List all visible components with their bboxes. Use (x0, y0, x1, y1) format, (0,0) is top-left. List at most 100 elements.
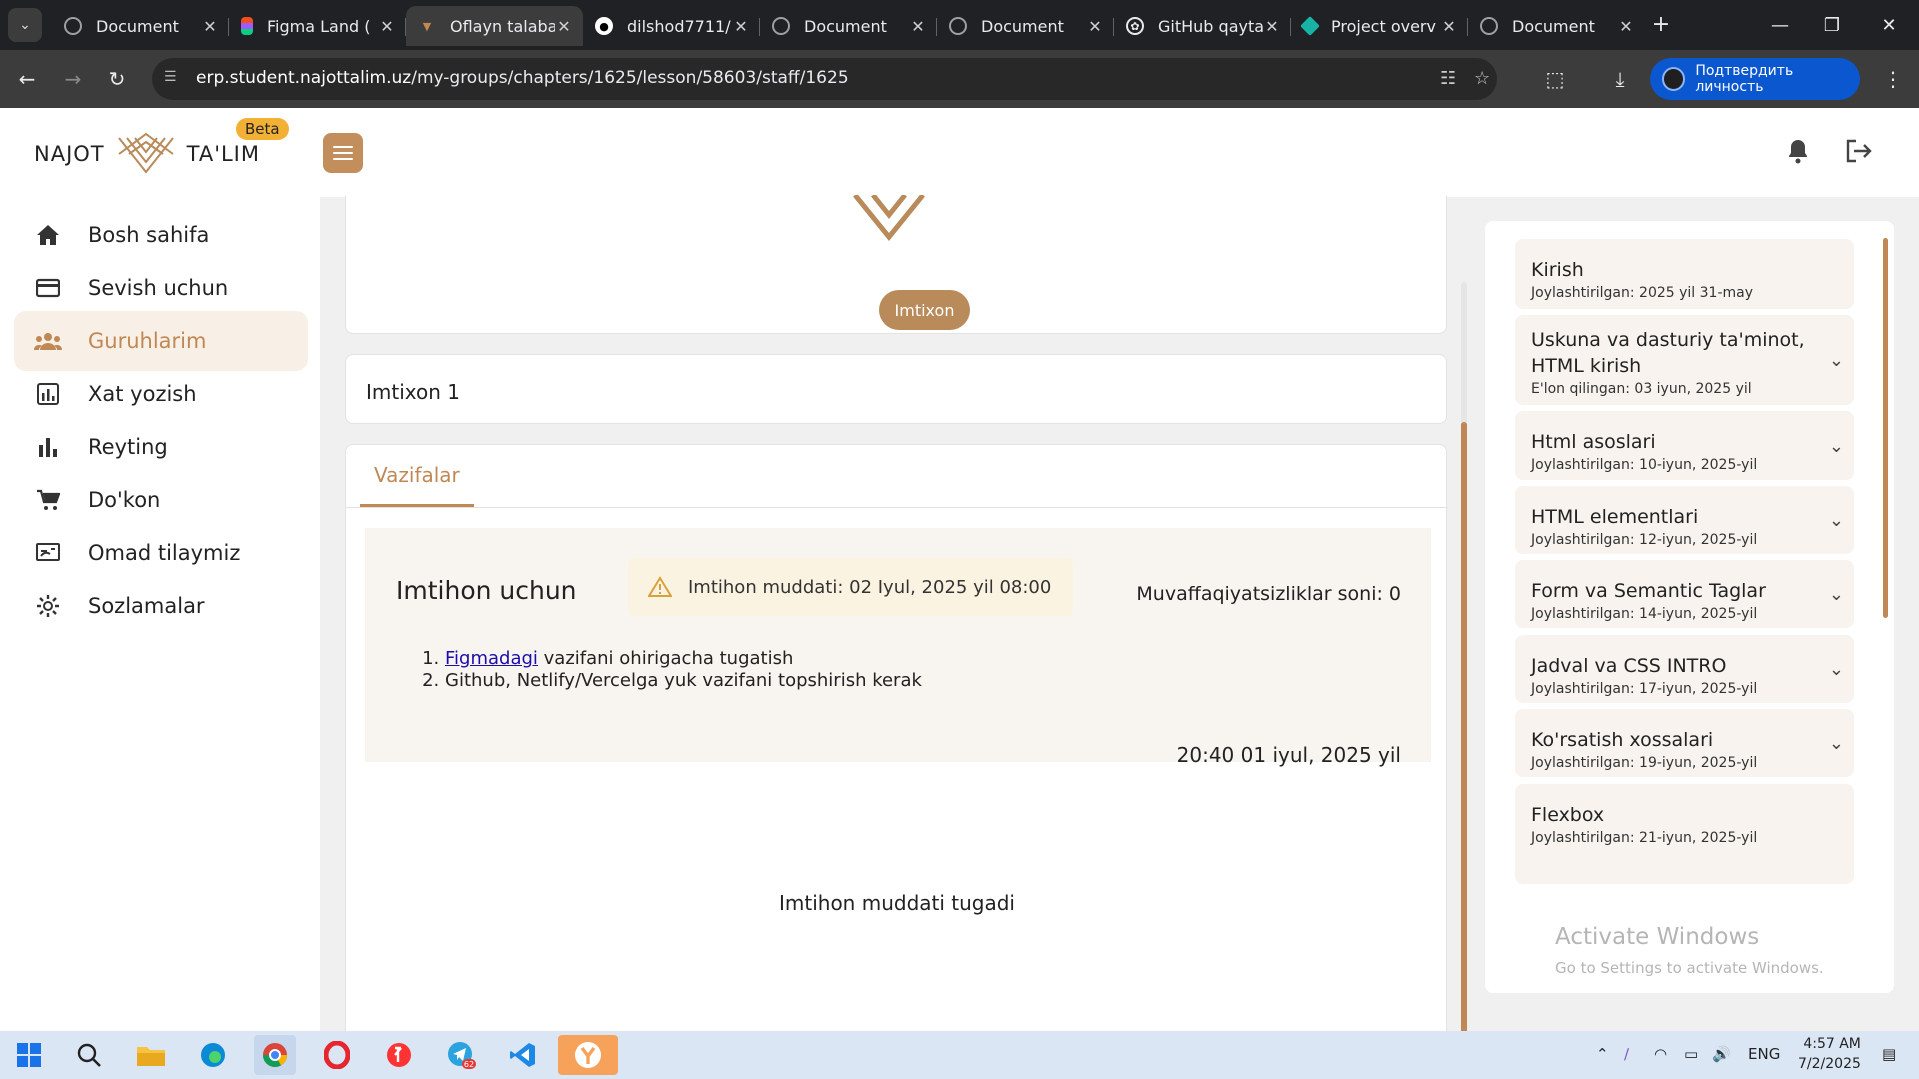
browser-tab[interactable]: ● dilshod7711/✕ (583, 6, 760, 46)
sidebar-item-omad-tilaymiz[interactable]: Omad tilaymiz (14, 523, 308, 583)
lesson-item[interactable]: HTML elementlari Joylashtirilgan: 12-iyun… (1515, 486, 1854, 554)
pen-icon[interactable]: ∕ (1624, 1045, 1629, 1063)
exam-badge: Imtixon (879, 290, 970, 330)
reload-button[interactable]: ↻ (102, 64, 132, 94)
yandex-icon[interactable] (378, 1035, 420, 1075)
wifi-icon[interactable]: ◠ (1654, 1045, 1667, 1063)
browser-tab[interactable]: Document ✕ (1468, 6, 1645, 46)
lesson-item[interactable]: Html asoslari Joylashtirilgan: 10-iyun, 2… (1515, 411, 1854, 480)
lesson-item[interactable]: Uskuna va dasturiy ta'minot, HTML kirish… (1515, 315, 1854, 405)
language-indicator[interactable]: ENG (1748, 1045, 1780, 1063)
task-date: 20:40 01 iyul, 2025 yil (1176, 743, 1401, 767)
window-close-button[interactable]: ✕ (1859, 0, 1919, 50)
lesson-item[interactable]: Kirish Joylashtirilgan: 2025 yil 31-may (1515, 239, 1854, 309)
chrome-icon[interactable] (254, 1035, 296, 1075)
menu-toggle-button[interactable] (323, 133, 363, 173)
lesson-item[interactable]: Form va Semantic Taglar Joylashtirilgan: … (1515, 560, 1854, 628)
chevron-down-icon[interactable]: ⌄ (1829, 659, 1844, 680)
minimize-button[interactable]: — (1750, 0, 1810, 50)
close-icon[interactable]: ✕ (201, 17, 219, 36)
sidebar-item-sozlamalar[interactable]: Sozlamalar (14, 576, 308, 636)
telegram-icon[interactable]: 62 (440, 1035, 482, 1075)
download-icon[interactable]: ⤓ (1605, 64, 1635, 94)
browser-tab[interactable]: Document ✕ (937, 6, 1114, 46)
logo-mark-icon (117, 132, 174, 174)
volume-icon[interactable]: 🔊 (1712, 1045, 1731, 1063)
school-icon (34, 539, 62, 567)
close-icon[interactable]: ✕ (1086, 17, 1104, 36)
edge-icon[interactable] (192, 1035, 234, 1075)
system-clock[interactable]: 4:57 AM 7/2/2025 (1798, 1034, 1861, 1074)
exam-banner-card: Imtixon (345, 195, 1447, 334)
main-scrollbar[interactable] (1461, 282, 1467, 1054)
file-explorer-icon[interactable] (130, 1035, 172, 1075)
chevron-down-icon[interactable]: ⌄ (1829, 584, 1844, 605)
windows-taskbar: 62 ⌃ ∕ ◠ ▭ 🔊 ENG 4:57 AM 7/2/2025 ▤ (0, 1031, 1919, 1079)
lessons-scrollbar[interactable] (1883, 238, 1888, 618)
restore-button[interactable]: ❐ (1802, 0, 1862, 50)
close-icon[interactable]: ✕ (732, 17, 750, 36)
vscode-icon[interactable] (502, 1035, 544, 1075)
sidebar: Bosh sahifa Sevish uchun Guruhlarim Xat … (0, 197, 320, 1031)
close-icon[interactable]: ✕ (555, 17, 573, 36)
sidebar-item-bosh-sahifa[interactable]: Bosh sahifa (14, 205, 308, 265)
back-button[interactable]: ← (12, 64, 42, 94)
avatar (1662, 67, 1686, 91)
close-icon[interactable]: ✕ (1617, 17, 1635, 36)
sidebar-item-xat-yozish[interactable]: Xat yozish (14, 364, 308, 424)
notification-icon[interactable]: ▤ (1882, 1045, 1896, 1063)
figma-link[interactable]: Figmadagi (445, 648, 538, 669)
logout-icon[interactable] (1844, 138, 1872, 171)
task-list: Figmadagi vazifani ohirigacha tugatish G… (423, 648, 922, 692)
chevron-down-icon: ⌄ (19, 17, 31, 33)
browser-menu-icon[interactable]: ⋮ (1878, 64, 1908, 94)
yandex-browser-icon[interactable] (558, 1035, 618, 1075)
address-bar[interactable]: ☰ erp.student.najottalim.uz/my-groups/ch… (152, 58, 1497, 100)
close-icon[interactable]: ✕ (909, 17, 927, 36)
activate-windows-watermark: Activate Windows (1555, 924, 1760, 950)
opera-icon[interactable] (316, 1035, 358, 1075)
deadline-alert: Imtihon muddati: 02 Iyul, 2025 yil 08:00 (628, 558, 1073, 616)
sidebar-item-guruhlarim[interactable]: Guruhlarim (14, 311, 308, 371)
lesson-item[interactable]: Ko'rsatish xossalari Joylashtirilgan: 19-… (1515, 709, 1854, 777)
url-text[interactable]: erp.student.najottalim.uz/my-groups/chap… (196, 68, 849, 88)
tab-vazifalar[interactable]: Vazifalar (374, 463, 460, 487)
lesson-item[interactable]: Flexbox Joylashtirilgan: 21-iyun, 2025-yi… (1515, 784, 1854, 884)
logo[interactable]: NAJOT TA'LIM (34, 132, 260, 176)
globe-icon (64, 17, 82, 35)
bookmark-star-icon[interactable]: ☆ (1474, 68, 1490, 89)
close-icon[interactable]: ✕ (1440, 17, 1458, 36)
translate-icon[interactable]: ☷ (1440, 68, 1456, 89)
close-icon[interactable]: ✕ (378, 17, 396, 36)
chevron-down-icon[interactable]: ⌄ (1829, 350, 1844, 371)
battery-icon[interactable]: ▭ (1684, 1045, 1698, 1063)
tray-chevron-icon[interactable]: ⌃ (1596, 1045, 1609, 1063)
bell-icon[interactable] (1786, 138, 1810, 171)
sidebar-item-sevish-uchun[interactable]: Sevish uchun (14, 258, 308, 318)
chevron-down-icon[interactable]: ⌄ (1829, 436, 1844, 457)
new-tab-button[interactable]: + (1648, 12, 1674, 37)
site-info-icon[interactable]: ☰ (164, 69, 184, 89)
fail-count: Muvaffaqiyatsizliklar soni: 0 (1136, 583, 1401, 605)
home-icon (34, 221, 62, 249)
lesson-item[interactable]: Jadval va CSS INTRO Joylashtirilgan: 17-i… (1515, 635, 1854, 703)
browser-tab[interactable]: Document ✕ (760, 6, 937, 46)
sidebar-item-reyting[interactable]: Reyting (14, 417, 308, 477)
cart-icon (34, 486, 62, 514)
sidebar-item-dokon[interactable]: Do'kon (14, 470, 308, 530)
figma-icon (241, 17, 253, 35)
verify-identity-button[interactable]: Подтвердить личность (1650, 58, 1860, 100)
windows-start-icon[interactable] (8, 1035, 50, 1075)
search-icon[interactable] (68, 1035, 110, 1075)
browser-tab[interactable]: Figma Land (✕ (229, 6, 406, 46)
forward-button[interactable]: → (58, 64, 88, 94)
browser-tab[interactable]: ✿ GitHub qayta ✕ (1114, 6, 1291, 46)
browser-tab-active[interactable]: ▼ Oflayn talaba ✕ (406, 6, 583, 46)
extensions-icon[interactable]: ⬚ (1540, 64, 1570, 94)
chevron-down-icon[interactable]: ⌄ (1829, 510, 1844, 531)
browser-tab[interactable]: Document ✕ (52, 6, 229, 46)
tab-search-button[interactable]: ⌄ (8, 8, 42, 42)
chevron-down-icon[interactable]: ⌄ (1829, 733, 1844, 754)
browser-tab[interactable]: Project overv ✕ (1291, 6, 1468, 46)
close-icon[interactable]: ✕ (1263, 17, 1281, 36)
